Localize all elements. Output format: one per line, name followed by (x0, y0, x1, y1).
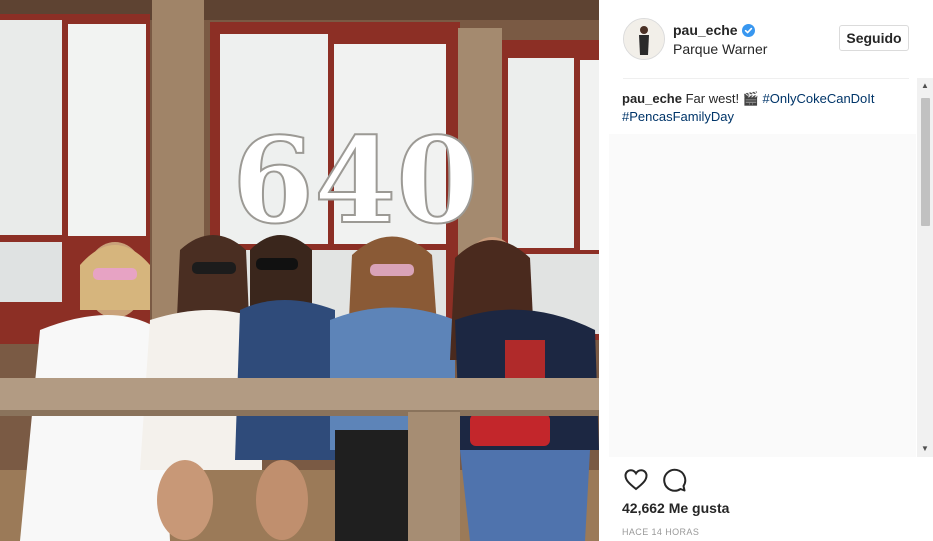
avatar-image (624, 19, 664, 59)
post-actions (623, 467, 823, 493)
post-location[interactable]: Parque Warner (673, 41, 767, 57)
following-button[interactable]: Seguido (839, 25, 909, 51)
scroll-thumb[interactable] (921, 98, 930, 226)
like-button[interactable] (623, 467, 649, 493)
hashtag-link-onlycoke[interactable]: #OnlyCokeCanDoIt (763, 91, 875, 106)
post-details-panel: pau_eche Parque Warner Seguido pau_eche … (599, 0, 933, 541)
caption-username[interactable]: pau_eche (622, 91, 682, 106)
post-header: pau_eche Parque Warner Seguido (599, 0, 933, 78)
verified-badge-icon (741, 24, 755, 37)
sign-number: 640 (232, 111, 478, 250)
header-username[interactable]: pau_eche (673, 22, 755, 38)
heart-icon (624, 469, 648, 491)
post-timestamp[interactable]: HACE 14 HORAS (622, 527, 699, 537)
header-divider (623, 78, 909, 79)
scroll-up-arrow-icon[interactable]: ▲ (917, 78, 933, 94)
comment-bubble-icon (663, 468, 687, 492)
avatar[interactable] (623, 18, 665, 60)
clapper-emoji: 🎬 (742, 91, 759, 106)
hashtag-link-pencas[interactable]: #PencasFamilyDay (622, 109, 734, 124)
like-count[interactable]: 42,662 Me gusta (622, 500, 729, 516)
comments-area (609, 134, 916, 457)
header-username-text[interactable]: pau_eche (673, 22, 738, 38)
scroll-down-arrow-icon[interactable]: ▼ (917, 441, 933, 457)
comment-button[interactable] (661, 467, 687, 493)
comments-scrollbar[interactable]: ▲ ▼ (917, 78, 933, 457)
post-photo[interactable]: 640 (0, 0, 599, 541)
post-caption: pau_eche Far west! 🎬 #OnlyCokeCanDoIt #P… (622, 90, 912, 126)
caption-text: Far west! (685, 91, 740, 106)
post-photo-image: 640 (0, 0, 599, 541)
